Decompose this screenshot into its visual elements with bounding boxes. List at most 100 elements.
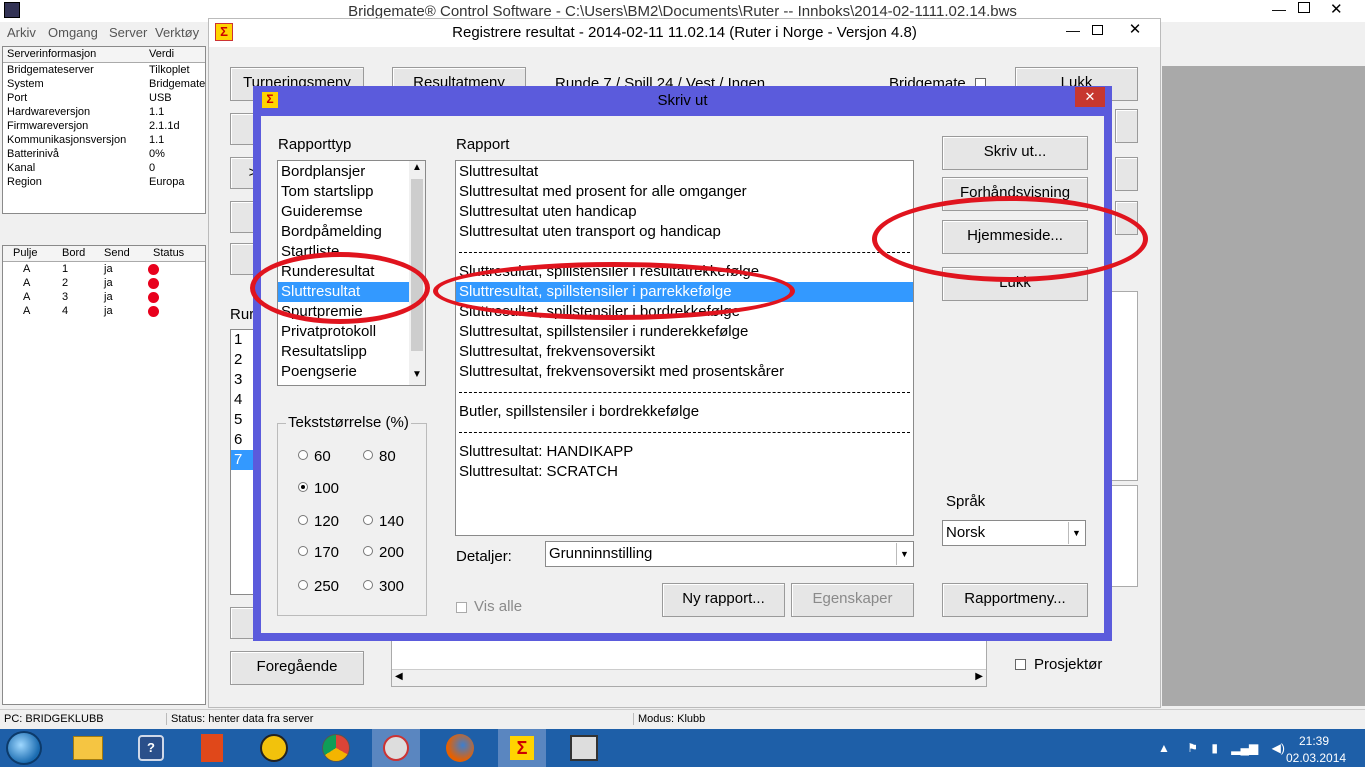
help-icon[interactable]: ? bbox=[127, 729, 175, 767]
skriv-ut-button[interactable]: Skriv ut... bbox=[942, 136, 1088, 170]
lukk-button[interactable]: Lukk bbox=[942, 267, 1088, 301]
minimize-button[interactable]: — bbox=[1272, 1, 1290, 17]
rapport-item[interactable]: Sluttresultat, spillstensiler i resultat… bbox=[456, 262, 913, 282]
radio-dot-icon[interactable] bbox=[363, 450, 373, 461]
server-taskbar-icon[interactable] bbox=[560, 729, 608, 767]
menu-arkiv[interactable]: Arkiv bbox=[7, 25, 36, 40]
firefox-icon[interactable] bbox=[436, 729, 484, 767]
tray-expand-icon[interactable]: ▲ bbox=[1158, 741, 1170, 755]
rapport-item[interactable]: Sluttresultat uten transport og handicap bbox=[456, 222, 913, 242]
rapport-list[interactable]: Sluttresultat Sluttresultat med prosent f… bbox=[455, 160, 914, 536]
rapport-item[interactable]: Sluttresultat, spillstensiler i runderek… bbox=[456, 322, 913, 342]
table-row[interactable]: A 1 ja bbox=[3, 263, 205, 277]
textsize-radio[interactable]: 120 bbox=[298, 513, 339, 530]
chrome-icon[interactable] bbox=[312, 729, 360, 767]
radio-dot-icon[interactable] bbox=[298, 450, 308, 461]
right-button-3[interactable] bbox=[1115, 201, 1138, 235]
rapporttype-scrollbar[interactable]: ▲ ▼ bbox=[409, 161, 425, 385]
print-dialog-close-button[interactable]: ✕ bbox=[1075, 87, 1105, 107]
chevron-down-icon[interactable]: ▼ bbox=[896, 543, 912, 565]
rapporttype-item[interactable]: Runderesultat bbox=[278, 262, 409, 282]
radio-dot-icon[interactable] bbox=[298, 515, 308, 526]
clock-date[interactable]: 02.03.2014 bbox=[1286, 751, 1346, 765]
restore-button[interactable] bbox=[1298, 2, 1310, 13]
signal-icon[interactable]: ▂▄▆ bbox=[1231, 741, 1258, 755]
register-maximize-button[interactable] bbox=[1092, 25, 1103, 35]
bottom-text-area[interactable]: ◀ ▶ bbox=[391, 639, 987, 687]
radio-dot-icon[interactable] bbox=[298, 580, 308, 591]
close-main-button[interactable]: ✕ bbox=[1330, 0, 1343, 18]
rapporttype-item[interactable]: Resultatslipp bbox=[278, 342, 409, 362]
rapporttype-item[interactable]: Guideremse bbox=[278, 202, 409, 222]
globe-icon[interactable] bbox=[250, 729, 298, 767]
office-icon[interactable] bbox=[188, 729, 236, 767]
right-button-2[interactable] bbox=[1115, 157, 1138, 191]
prosjektor-checkbox[interactable] bbox=[1015, 659, 1026, 670]
rapport-item[interactable]: Sluttresultat, frekvensoversikt bbox=[456, 342, 913, 362]
textsize-radio[interactable]: 140 bbox=[363, 513, 404, 530]
menu-server[interactable]: Server bbox=[109, 25, 147, 40]
sprak-chevron-down-icon[interactable]: ▼ bbox=[1068, 522, 1084, 544]
table-row[interactable]: A 4 ja bbox=[3, 305, 205, 319]
scroll-thumb[interactable] bbox=[411, 179, 423, 351]
scroll-right-icon[interactable]: ▶ bbox=[975, 671, 983, 682]
radio-dot-icon[interactable] bbox=[363, 580, 373, 591]
rapport-item[interactable]: Sluttresultat, spillstensiler i parrekke… bbox=[456, 282, 913, 302]
egenskaper-button[interactable]: Egenskaper bbox=[791, 583, 914, 617]
explorer-icon[interactable] bbox=[64, 729, 112, 767]
ny-rapport-button[interactable]: Ny rapport... bbox=[662, 583, 785, 617]
bridgemate-taskbar-icon[interactable]: Σ bbox=[498, 729, 546, 767]
table-row[interactable]: A 2 ja bbox=[3, 277, 205, 291]
horizontal-scrollbar[interactable]: ◀ ▶ bbox=[392, 669, 986, 686]
rapport-item[interactable]: Butler, spillstensiler i bordrekkefølge bbox=[456, 402, 913, 422]
support-icon[interactable] bbox=[372, 729, 420, 767]
table-row[interactable]: A 3 ja bbox=[3, 291, 205, 305]
vis-alle-checkbox[interactable] bbox=[456, 602, 467, 613]
textsize-radio[interactable]: 170 bbox=[298, 544, 339, 561]
start-button[interactable] bbox=[6, 731, 42, 765]
rapporttype-item[interactable]: Sluttresultat bbox=[278, 282, 409, 302]
textsize-radio[interactable]: 250 bbox=[298, 578, 339, 595]
rapporttype-list[interactable]: Bordplansjer Tom startslipp Guideremse Bord… bbox=[277, 160, 426, 386]
menu-omgang[interactable]: Omgang bbox=[48, 25, 98, 40]
scroll-down-icon[interactable]: ▼ bbox=[412, 369, 422, 380]
scroll-left-icon[interactable]: ◀ bbox=[395, 671, 403, 682]
rapport-item[interactable]: Sluttresultat: SCRATCH bbox=[456, 462, 913, 482]
foregaende-button[interactable]: Foregående bbox=[230, 651, 364, 685]
rapport-item[interactable]: Sluttresultat med prosent for alle omgan… bbox=[456, 182, 913, 202]
radio-dot-icon[interactable] bbox=[363, 515, 373, 526]
right-button-1[interactable] bbox=[1115, 109, 1138, 143]
register-close-button[interactable]: ✕ bbox=[1111, 19, 1159, 41]
rapporttype-item[interactable]: Tom startslipp bbox=[278, 182, 409, 202]
menu-verktoy[interactable]: Verktøy bbox=[155, 25, 199, 40]
rapporttype-item[interactable]: Startliste bbox=[278, 242, 409, 262]
hjemmeside-button[interactable]: Hjemmeside... bbox=[942, 220, 1088, 254]
rapport-item[interactable]: Sluttresultat: HANDIKAPP bbox=[456, 442, 913, 462]
battery-icon[interactable]: ▮ bbox=[1211, 741, 1218, 755]
rapport-item[interactable]: Sluttresultat uten handicap bbox=[456, 202, 913, 222]
textsize-radio[interactable]: 80 bbox=[363, 448, 396, 465]
radio-dot-icon[interactable] bbox=[363, 546, 373, 557]
rapporttype-item[interactable]: Poengserie bbox=[278, 362, 409, 382]
register-minimize-button[interactable]: — bbox=[1066, 22, 1080, 38]
textsize-radio[interactable]: 200 bbox=[363, 544, 404, 561]
rapporttype-item[interactable]: Spurtpremie bbox=[278, 302, 409, 322]
volume-icon[interactable]: ◀) bbox=[1272, 741, 1285, 755]
rapport-item[interactable]: Sluttresultat bbox=[456, 162, 913, 182]
radio-dot-icon[interactable] bbox=[298, 482, 308, 493]
detaljer-select[interactable]: Grunninnstilling ▼ bbox=[545, 541, 914, 567]
clock-time[interactable]: 21:39 bbox=[1299, 734, 1329, 748]
rapport-item[interactable]: Sluttresultat, frekvensoversikt med pros… bbox=[456, 362, 913, 382]
radio-dot-icon[interactable] bbox=[298, 546, 308, 557]
textsize-radio[interactable]: 60 bbox=[298, 448, 331, 465]
textsize-radio[interactable]: 300 bbox=[363, 578, 404, 595]
rapporttype-item[interactable]: Bordplansjer bbox=[278, 162, 409, 182]
rapporttype-item[interactable]: Bordpåmelding bbox=[278, 222, 409, 242]
sprak-select[interactable]: Norsk ▼ bbox=[942, 520, 1086, 546]
forhandsvisning-button[interactable]: Forhåndsvisning bbox=[942, 177, 1088, 211]
scroll-up-icon[interactable]: ▲ bbox=[412, 162, 422, 173]
rapportmeny-button[interactable]: Rapportmeny... bbox=[942, 583, 1088, 617]
flag-icon[interactable]: ⚑ bbox=[1187, 741, 1198, 755]
textsize-radio[interactable]: 100 bbox=[298, 480, 339, 497]
rapport-item[interactable]: Sluttresultat, spillstensiler i bordrekk… bbox=[456, 302, 913, 322]
